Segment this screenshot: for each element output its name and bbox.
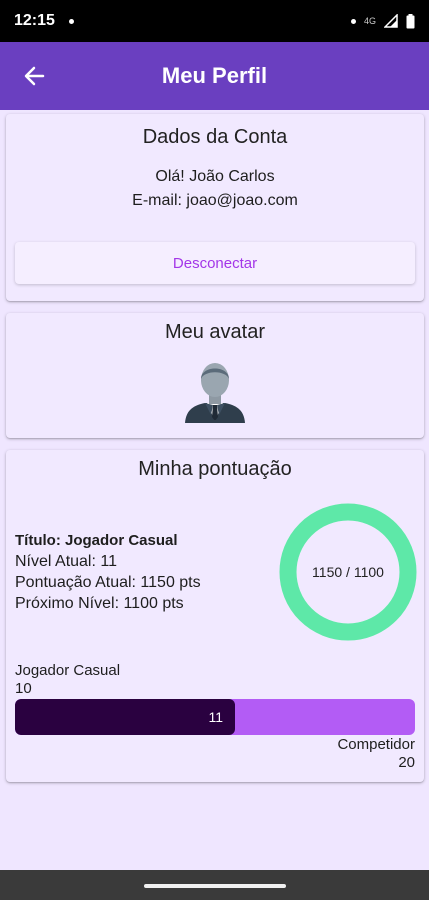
score-info: Título: Jogador Casual Nível Atual: 11 P… bbox=[15, 530, 201, 614]
rank-title: Título: Jogador Casual bbox=[15, 532, 178, 549]
network-label: 4G bbox=[363, 16, 376, 26]
app-bar: Meu Perfil bbox=[0, 42, 429, 110]
next-rank-level: 20 bbox=[398, 754, 415, 771]
battery-icon bbox=[406, 13, 415, 28]
disconnect-button[interactable]: Desconectar bbox=[15, 242, 415, 284]
next-level-points: Próximo Nível: 1100 pts bbox=[15, 595, 184, 612]
greeting-text: Olá! João Carlos bbox=[155, 168, 275, 185]
arrow-back-icon bbox=[24, 66, 45, 86]
account-card: Dados da Conta Olá! João Carlos E-mail: … bbox=[6, 114, 424, 301]
current-level: Nível Atual: 11 bbox=[15, 553, 117, 570]
score-card-title: Minha pontuação bbox=[138, 458, 292, 480]
account-card-title: Dados da Conta bbox=[142, 126, 288, 148]
account-details: Olá! João Carlos E-mail: joao@joao.com bbox=[6, 165, 424, 213]
avatar-icon bbox=[185, 363, 245, 423]
rank-progress-fill: 11 bbox=[15, 699, 235, 735]
next-rank-name: Competidor bbox=[337, 736, 415, 753]
notification-dot-icon bbox=[68, 18, 74, 24]
home-gesture-handle[interactable] bbox=[144, 884, 286, 888]
notification-dot-icon bbox=[350, 18, 356, 24]
rank-progress-value: 11 bbox=[208, 709, 223, 725]
avatar-card: Meu avatar bbox=[6, 313, 424, 438]
back-button[interactable] bbox=[18, 60, 50, 92]
status-time: 12:15 bbox=[14, 12, 55, 29]
next-rank: Competidor 20 bbox=[337, 736, 415, 772]
score-ring-label: 1150 / 1100 bbox=[312, 564, 384, 580]
system-nav-bar bbox=[0, 870, 429, 900]
current-rank: Jogador Casual 10 bbox=[15, 662, 120, 698]
status-bar: 12:15 4G bbox=[0, 0, 429, 42]
rank-progress-bar: 11 bbox=[15, 699, 415, 735]
score-card: Minha pontuação Título: Jogador Casual N… bbox=[6, 450, 424, 782]
status-icons: 4G bbox=[350, 13, 415, 29]
current-rank-name: Jogador Casual bbox=[15, 662, 121, 679]
current-rank-level: 10 bbox=[15, 680, 32, 697]
signal-icon bbox=[384, 14, 398, 28]
email-text: E-mail: joao@joao.com bbox=[132, 192, 298, 209]
current-points: Pontuação Atual: 1150 pts bbox=[15, 574, 201, 591]
page-title: Meu Perfil bbox=[161, 63, 268, 88]
avatar-card-title: Meu avatar bbox=[164, 321, 266, 343]
